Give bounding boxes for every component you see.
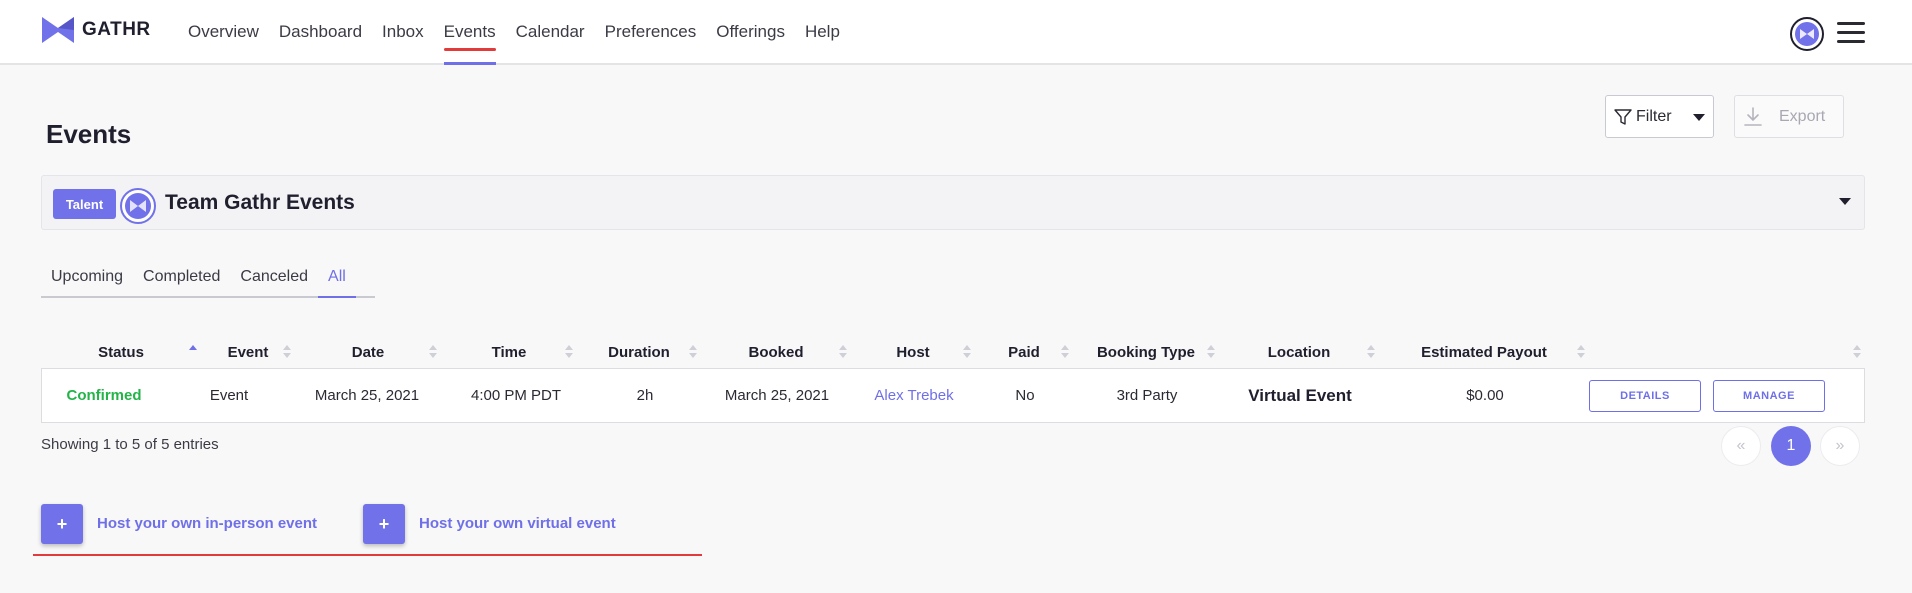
column-header-actions[interactable]: [1589, 336, 1865, 368]
host-link[interactable]: Alex Trebek: [854, 369, 974, 422]
column-header-event[interactable]: Event: [201, 336, 295, 368]
funnel-icon: [1614, 108, 1632, 125]
event-cell: Event: [209, 387, 249, 404]
talent-name: Team Gathr Events: [165, 191, 355, 214]
tab-canceled[interactable]: Canceled: [230, 258, 318, 296]
sort-icon: [839, 345, 847, 359]
column-header-date[interactable]: Date: [295, 336, 441, 368]
team-avatar-icon: [120, 188, 156, 224]
pagination-next[interactable]: »: [1820, 426, 1860, 466]
top-navbar: GATHR Overview Dashboard Inbox Events Ca…: [0, 0, 1912, 65]
column-header-status[interactable]: Status: [41, 336, 201, 368]
sort-icon: [429, 345, 437, 359]
download-icon: [1744, 106, 1762, 126]
date-cell: March 25, 2021: [314, 387, 420, 404]
add-in-person-event-button[interactable]: +: [41, 504, 83, 544]
host-event-actions: + Host your own in-person event + Host y…: [33, 503, 702, 556]
chevron-down-icon[interactable]: [1839, 198, 1851, 205]
column-header-host[interactable]: Host: [851, 336, 975, 368]
nav-item-overview[interactable]: Overview: [178, 0, 269, 63]
column-header-paid[interactable]: Paid: [975, 336, 1073, 368]
hamburger-menu-icon[interactable]: [1837, 22, 1865, 44]
time-cell: 4:00 PM PDT: [470, 387, 562, 404]
column-header-time[interactable]: Time: [441, 336, 577, 368]
table-header: Status Event Date Time Duration Booked H…: [41, 336, 1865, 368]
tab-upcoming[interactable]: Upcoming: [41, 258, 133, 296]
nav-item-events[interactable]: Events: [434, 0, 506, 65]
filter-label: Filter: [1636, 107, 1672, 125]
user-avatar-icon[interactable]: [1790, 17, 1824, 51]
nav-item-dashboard[interactable]: Dashboard: [269, 0, 372, 63]
duration-cell: 2h: [636, 387, 654, 404]
event-tabs: Upcoming Completed Canceled All: [41, 258, 375, 298]
sort-icon: [565, 345, 573, 359]
chevron-down-icon: [1693, 114, 1705, 121]
gathr-logo[interactable]: GATHR: [40, 14, 151, 46]
details-button[interactable]: DETAILS: [1589, 380, 1701, 412]
sort-icon: [1061, 345, 1069, 359]
page-title: Events: [46, 119, 132, 149]
table-row: Confirmed Event March 25, 2021 4:00 PM P…: [41, 368, 1865, 423]
main-nav: Overview Dashboard Inbox Events Calendar…: [178, 0, 850, 65]
pagination-page-1[interactable]: 1: [1771, 426, 1811, 466]
column-header-duration[interactable]: Duration: [577, 336, 701, 368]
add-virtual-event-button[interactable]: +: [363, 504, 405, 544]
column-header-location[interactable]: Location: [1219, 336, 1379, 368]
sort-icon: [1207, 345, 1215, 359]
column-header-booked[interactable]: Booked: [701, 336, 851, 368]
location-cell: Virtual Event: [1248, 385, 1352, 405]
nav-item-offerings[interactable]: Offerings: [706, 0, 795, 63]
status-badge: Confirmed: [66, 387, 142, 404]
paid-cell: No: [1015, 387, 1035, 404]
nav-item-calendar[interactable]: Calendar: [506, 0, 595, 63]
nav-item-preferences[interactable]: Preferences: [595, 0, 707, 63]
sort-icon: [689, 345, 697, 359]
sort-icon: [1577, 345, 1585, 359]
host-virtual-event-link[interactable]: Host your own virtual event: [419, 515, 616, 532]
sort-icon: [1367, 345, 1375, 359]
payout-cell: $0.00: [1466, 387, 1504, 404]
booking-type-cell: 3rd Party: [1116, 387, 1178, 404]
booked-cell: March 25, 2021: [724, 387, 830, 404]
sort-icon: [1853, 345, 1861, 359]
entries-summary: Showing 1 to 5 of 5 entries: [41, 436, 219, 453]
sort-icon: [283, 345, 291, 359]
host-in-person-event-link[interactable]: Host your own in-person event: [97, 515, 317, 532]
brand-name: GATHR: [82, 19, 151, 40]
tab-all[interactable]: All: [318, 258, 356, 298]
filter-dropdown[interactable]: Filter: [1605, 95, 1714, 138]
nav-item-help[interactable]: Help: [795, 0, 850, 63]
sort-asc-icon: [189, 345, 197, 359]
talent-badge: Talent: [53, 189, 116, 219]
export-button[interactable]: Export: [1734, 95, 1844, 138]
column-header-booking-type[interactable]: Booking Type: [1073, 336, 1219, 368]
column-header-estimated-payout[interactable]: Estimated Payout: [1379, 336, 1589, 368]
talent-selector[interactable]: Talent Team Gathr Events: [41, 175, 1865, 230]
export-label: Export: [1779, 107, 1826, 125]
tab-completed[interactable]: Completed: [133, 258, 230, 296]
gathr-logo-icon: [42, 17, 74, 43]
nav-item-inbox[interactable]: Inbox: [372, 0, 434, 63]
manage-button[interactable]: MANAGE: [1713, 380, 1825, 412]
sort-icon: [963, 345, 971, 359]
pagination-prev[interactable]: «: [1721, 426, 1761, 466]
